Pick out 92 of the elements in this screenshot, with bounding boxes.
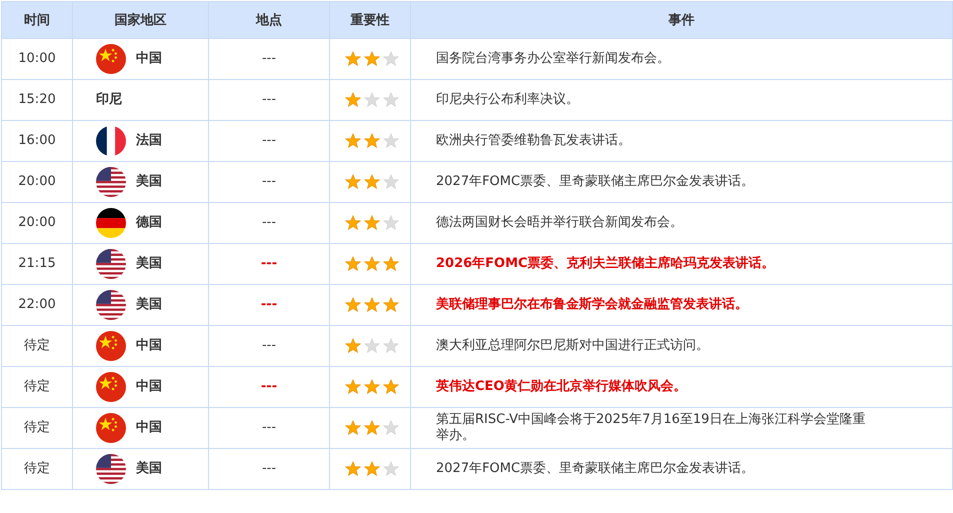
star-icon (345, 92, 361, 108)
star-icon (345, 461, 361, 477)
column-header: 国家地区 (72, 2, 208, 38)
star-icon (364, 338, 380, 354)
country-name: 中国 (136, 379, 162, 395)
time-text: 待定 (24, 420, 50, 435)
country-name: 中国 (136, 51, 162, 67)
location-text: --- (262, 174, 276, 189)
location-text: --- (262, 338, 276, 353)
flag-icon (96, 331, 126, 361)
location-text: --- (262, 133, 276, 148)
star-icon (345, 215, 361, 231)
column-header: 重要性 (330, 2, 410, 38)
event-text: 2026年FOMC票委、克利夫兰联储主席哈玛克发表讲话。 (436, 256, 775, 271)
country-name: 中国 (136, 420, 162, 436)
star-icon (364, 297, 380, 313)
star-icon (364, 256, 380, 272)
star-icon (383, 420, 399, 436)
country-name: 印尼 (96, 92, 122, 108)
time-text: 待定 (24, 379, 50, 394)
flag-icon (96, 44, 126, 74)
flag-icon (96, 290, 126, 320)
country-name: 德国 (136, 215, 162, 231)
time-text: 20:00 (18, 174, 56, 189)
time-text: 待定 (24, 461, 50, 476)
event-text: 德法两国财长会晤并举行联合新闻发布会。 (436, 215, 683, 230)
star-icon (345, 174, 361, 190)
country-name: 中国 (136, 338, 162, 354)
event-text: 澳大利亚总理阿尔巴尼斯对中国进行正式访问。 (436, 338, 709, 353)
time-text: 22:00 (18, 297, 56, 312)
country-name: 美国 (136, 297, 162, 313)
flag-icon (96, 413, 126, 443)
star-icon (383, 92, 399, 108)
location-text: --- (260, 297, 278, 312)
location-text: --- (260, 256, 278, 271)
star-icon (345, 379, 361, 395)
flag-icon (96, 208, 126, 238)
star-icon (345, 338, 361, 354)
star-icon (383, 215, 399, 231)
star-icon (364, 92, 380, 108)
event-text: 第五届RISC-V中国峰会将于2025年7月16至19日在上海张江科学会堂隆重举办。 (436, 412, 866, 443)
star-icon (383, 133, 399, 149)
country-name: 美国 (136, 256, 162, 272)
star-icon (383, 256, 399, 272)
column-header: 时间 (2, 2, 72, 38)
star-icon (345, 420, 361, 436)
star-icon (345, 256, 361, 272)
event-text: 英伟达CEO黄仁勋在北京举行媒体吹风会。 (436, 379, 686, 394)
flag-icon (96, 249, 126, 279)
event-text: 2027年FOMC票委、里奇蒙联储主席巴尔金发表讲话。 (436, 461, 754, 476)
time-text: 15:20 (18, 92, 56, 107)
flag-icon (96, 126, 126, 156)
star-icon (364, 420, 380, 436)
star-icon (364, 215, 380, 231)
event-text: 欧洲央行管委维勒鲁瓦发表讲话。 (436, 133, 631, 148)
star-icon (345, 51, 361, 67)
column-header: 事件 (410, 2, 952, 38)
event-text: 2027年FOMC票委、里奇蒙联储主席巴尔金发表讲话。 (436, 174, 754, 189)
star-icon (383, 379, 399, 395)
star-icon (364, 379, 380, 395)
event-text: 印尼央行公布利率决议。 (436, 92, 579, 107)
star-icon (383, 51, 399, 67)
time-text: 10:00 (18, 51, 56, 66)
event-text: 国务院台湾事务办公室举行新闻发布会。 (436, 51, 670, 66)
star-icon (364, 461, 380, 477)
flag-icon (96, 167, 126, 197)
country-name: 法国 (136, 133, 162, 149)
event-text: 美联储理事巴尔在布鲁金斯学会就金融监管发表讲话。 (436, 297, 748, 312)
time-text: 20:00 (18, 215, 56, 230)
location-text: --- (260, 379, 278, 394)
star-icon (364, 51, 380, 67)
star-icon (383, 338, 399, 354)
flag-icon (96, 454, 126, 484)
star-icon (345, 297, 361, 313)
location-text: --- (262, 420, 276, 435)
star-icon (364, 133, 380, 149)
star-icon (364, 174, 380, 190)
country-name: 美国 (136, 174, 162, 190)
column-header: 地点 (208, 2, 330, 38)
star-icon (383, 461, 399, 477)
star-icon (383, 174, 399, 190)
time-text: 待定 (24, 338, 50, 353)
location-text: --- (262, 215, 276, 230)
star-icon (345, 133, 361, 149)
star-icon (383, 297, 399, 313)
time-text: 16:00 (18, 133, 56, 148)
location-text: --- (262, 51, 276, 66)
location-text: --- (262, 461, 276, 476)
country-name: 美国 (136, 461, 162, 477)
location-text: --- (262, 92, 276, 107)
flag-icon (96, 372, 126, 402)
time-text: 21:15 (18, 256, 56, 271)
